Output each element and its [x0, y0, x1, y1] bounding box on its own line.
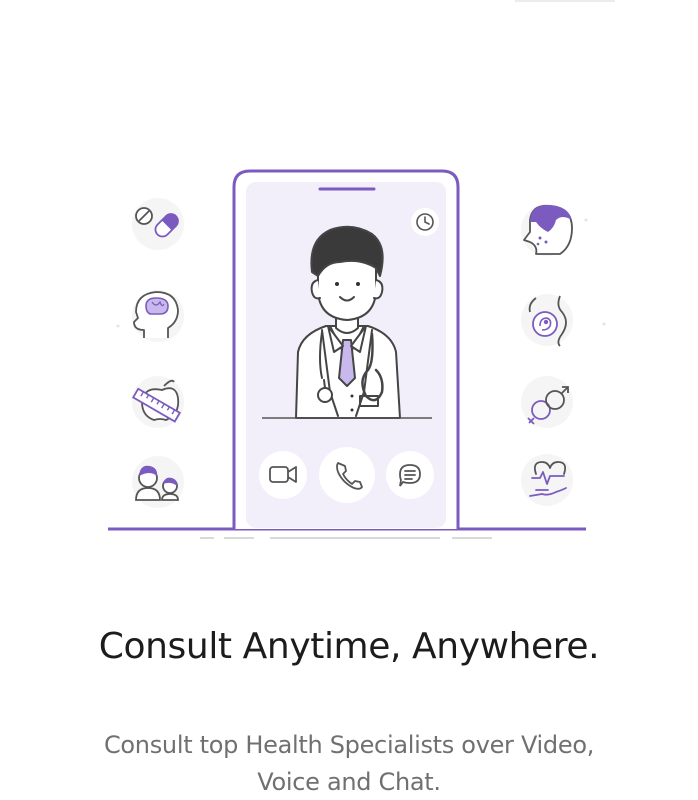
- apple-diet-icon: [131, 376, 184, 428]
- chat-button[interactable]: [386, 451, 434, 499]
- voice-call-button[interactable]: [319, 447, 375, 503]
- brain-icon: [132, 290, 184, 342]
- heartbeat-hand-icon: [521, 454, 573, 506]
- onboarding-subtitle: Consult top Health Specialists over Vide…: [103, 731, 595, 796]
- parent-child-icon: [132, 456, 184, 508]
- consult-illustration: [108, 169, 606, 539]
- gender-symbols-icon: [521, 376, 573, 428]
- pregnancy-icon: [521, 294, 573, 347]
- clock-icon: [411, 208, 439, 236]
- pills-icon: [132, 198, 184, 250]
- onboarding-title: Consult Anytime, Anywhere.: [98, 626, 600, 667]
- video-call-button[interactable]: [259, 451, 307, 499]
- skin-face-icon: [521, 204, 573, 256]
